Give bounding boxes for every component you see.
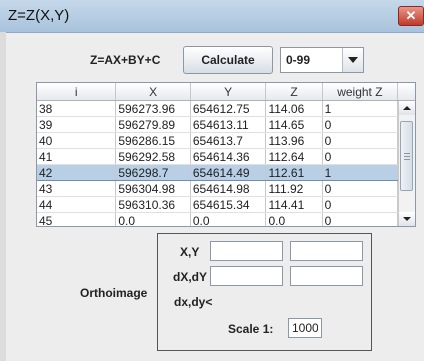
cell-y[interactable]: 654614.98 <box>190 180 267 197</box>
header-corner <box>397 83 415 101</box>
column-header-y[interactable]: Y <box>190 83 267 101</box>
cell-y[interactable]: 654612.75 <box>190 100 267 117</box>
cell-y[interactable]: 654614.36 <box>190 148 267 165</box>
calculate-button[interactable]: Calculate <box>183 46 273 74</box>
scroll-up-button[interactable] <box>399 101 415 115</box>
close-button[interactable]: ✕ <box>398 6 424 26</box>
cell-z[interactable]: 112.64 <box>265 148 323 165</box>
window-title: Z=Z(X,Y) <box>8 7 70 24</box>
column-header-z[interactable]: Z <box>265 83 323 101</box>
x-input[interactable] <box>210 241 283 261</box>
cell-x[interactable]: 596273.96 <box>115 100 191 117</box>
arrow-up-icon <box>403 106 411 110</box>
table-header: i X Y Z weight Z <box>37 83 415 101</box>
orthoimage-label: Orthoimage <box>80 286 148 300</box>
cell-i[interactable]: 41 <box>37 148 117 165</box>
cell-z[interactable]: 114.65 <box>265 116 323 133</box>
cell-z[interactable]: 113.96 <box>265 132 323 149</box>
cell-i[interactable]: 43 <box>37 180 117 197</box>
cell-i[interactable]: 42 <box>37 164 117 181</box>
table-row-selected[interactable]: 42 596298.7 654614.49 112.61 1 <box>37 164 415 181</box>
arrow-down-icon <box>403 217 411 221</box>
range-select[interactable]: 0-99 <box>280 47 364 73</box>
scroll-thumb[interactable] <box>400 121 413 191</box>
cell-z[interactable]: 111.92 <box>265 180 323 197</box>
thumb-grip <box>404 153 410 154</box>
cell-weight-z[interactable]: 0 <box>322 132 399 149</box>
dxdy-label: dX,dY <box>173 270 208 284</box>
cell-y[interactable]: 654613.7 <box>190 132 267 149</box>
scale-label: Scale 1: <box>228 322 274 336</box>
cell-y[interactable]: 654614.49 <box>190 164 267 181</box>
column-header-weight-z[interactable]: weight Z <box>322 83 399 101</box>
cell-i[interactable]: 39 <box>37 116 117 133</box>
dialog-window: Z=Z(X,Y) ✕ Z=AX+BY+C Calculate 0-99 i X … <box>0 0 424 361</box>
dy-input[interactable] <box>290 266 363 286</box>
chevron-down-icon <box>348 57 358 63</box>
table-row[interactable]: 44 596310.36 654615.34 114.41 0 <box>37 196 415 213</box>
cell-x[interactable]: 596292.58 <box>115 148 191 165</box>
table-row[interactable]: 43 596304.98 654614.98 111.92 0 <box>37 180 415 197</box>
scroll-down-button[interactable] <box>399 212 415 226</box>
cell-z[interactable]: 114.41 <box>265 196 323 213</box>
orthoimage-panel: X,Y dX,dY dx,dy< Scale 1: <box>157 233 372 351</box>
cell-weight-z[interactable]: 0 <box>322 212 399 226</box>
title-bar[interactable]: Z=Z(X,Y) ✕ <box>0 0 424 33</box>
cell-weight-z[interactable]: 1 <box>322 164 399 181</box>
points-table[interactable]: i X Y Z weight Z 38 596273.96 654612.75 … <box>36 82 416 227</box>
cell-y[interactable]: 654613.11 <box>190 116 267 133</box>
table-row[interactable]: 40 596286.15 654613.7 113.96 0 <box>37 132 415 149</box>
cell-x[interactable]: 0.0 <box>115 212 191 226</box>
cell-x[interactable]: 596298.7 <box>115 164 191 181</box>
cell-x[interactable]: 596304.98 <box>115 180 191 197</box>
cell-z[interactable]: 114.06 <box>265 100 323 117</box>
range-select-value: 0-99 <box>286 53 311 67</box>
cell-x[interactable]: 596310.36 <box>115 196 191 213</box>
y-input[interactable] <box>290 241 363 261</box>
window-edge <box>0 32 6 361</box>
cell-x[interactable]: 596286.15 <box>115 132 191 149</box>
cell-z[interactable]: 112.61 <box>265 164 323 181</box>
dxdy-threshold-label: dx,dy< <box>174 295 213 309</box>
cell-i[interactable]: 40 <box>37 132 117 149</box>
table-row[interactable]: 41 596292.58 654614.36 112.64 0 <box>37 148 415 165</box>
cell-weight-z[interactable]: 0 <box>322 148 399 165</box>
cell-y[interactable]: 654615.34 <box>190 196 267 213</box>
cell-i[interactable]: 44 <box>37 196 117 213</box>
cell-weight-z[interactable]: 1 <box>322 100 399 117</box>
cell-weight-z[interactable]: 0 <box>322 180 399 197</box>
cell-z[interactable]: 0.0 <box>265 212 323 226</box>
scale-input[interactable] <box>288 318 322 338</box>
formula-label: Z=AX+BY+C <box>90 53 161 67</box>
thumb-grip <box>404 156 410 157</box>
cell-x[interactable]: 596279.89 <box>115 116 191 133</box>
cell-i[interactable]: 38 <box>37 100 117 117</box>
table-row[interactable]: 39 596279.89 654613.11 114.65 0 <box>37 116 415 133</box>
column-header-x[interactable]: X <box>115 83 191 101</box>
table-vertical-scrollbar[interactable] <box>398 101 415 226</box>
dx-input[interactable] <box>210 266 283 286</box>
table-row[interactable]: 38 596273.96 654612.75 114.06 1 <box>37 100 415 117</box>
cell-weight-z[interactable]: 0 <box>322 116 399 133</box>
xy-label: X,Y <box>180 245 200 259</box>
cell-i[interactable]: 45 <box>37 212 117 226</box>
cell-weight-z[interactable]: 0 <box>322 196 399 213</box>
table-row[interactable]: 45 0.0 0.0 0.0 0 <box>37 212 415 226</box>
close-icon: ✕ <box>405 8 417 23</box>
range-select-arrow[interactable] <box>342 48 363 72</box>
cell-y[interactable]: 0.0 <box>190 212 267 226</box>
column-header-i[interactable]: i <box>37 83 117 101</box>
thumb-grip <box>404 159 410 160</box>
